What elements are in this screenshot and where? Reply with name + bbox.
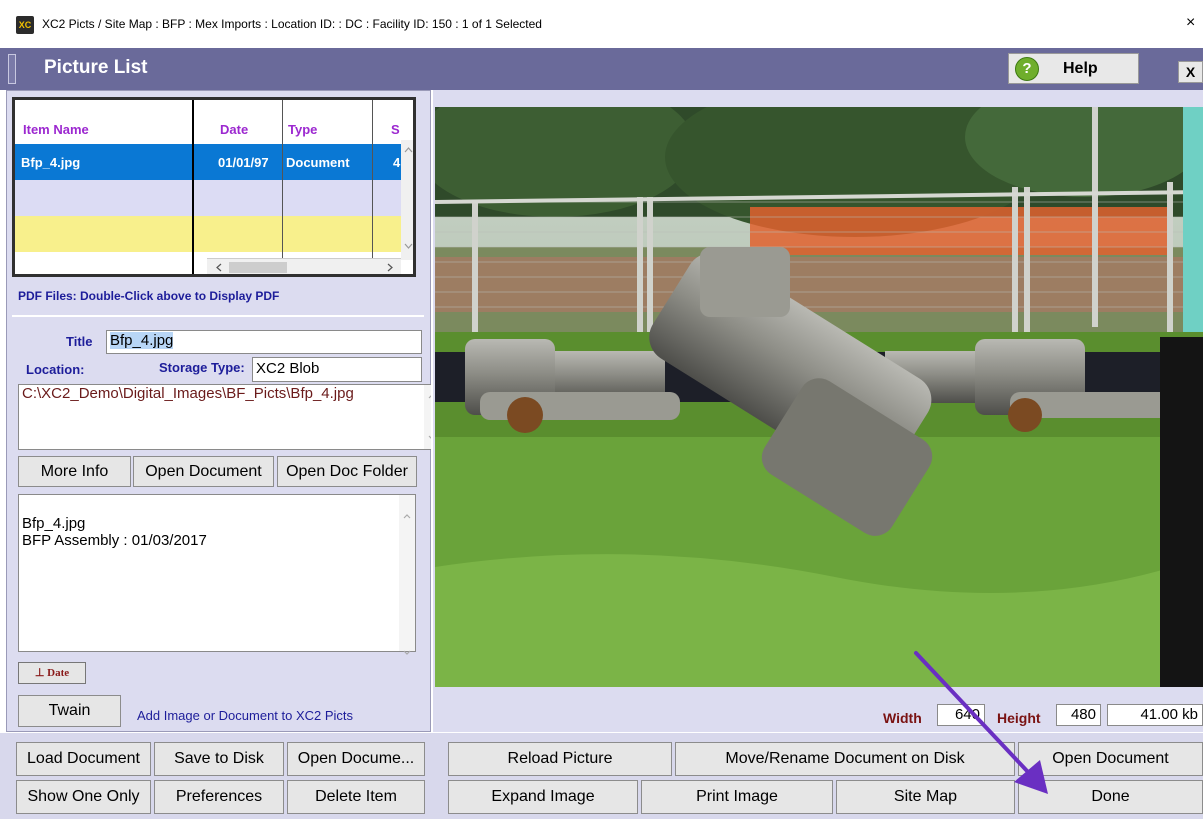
date-button-label: Date xyxy=(47,667,70,679)
picture-preview[interactable] xyxy=(435,107,1203,687)
column-divider[interactable] xyxy=(282,100,283,274)
notes-text: Bfp_4.jpg BFP Assembly : 01/03/2017 xyxy=(22,515,207,549)
image-info-bar: Width 640 Height 480 41.00 kb xyxy=(435,696,1203,730)
open-document-bottom-button[interactable]: Open Document xyxy=(1018,742,1203,776)
cell-date: 01/01/97 xyxy=(218,155,269,170)
location-label: Location: xyxy=(26,362,85,377)
date-stamp-icon: ⊥ xyxy=(34,667,45,679)
table-row-empty[interactable] xyxy=(15,180,401,216)
reload-picture-button[interactable]: Reload Picture xyxy=(448,742,672,776)
pdf-note: PDF Files: Double-Click above to Display… xyxy=(18,289,280,303)
help-label: Help xyxy=(1063,59,1098,77)
file-size-value: 41.00 kb xyxy=(1107,704,1203,726)
window-close-button[interactable]: × xyxy=(1186,14,1195,32)
height-label: Height xyxy=(997,710,1041,726)
twain-button[interactable]: Twain xyxy=(18,695,121,727)
help-icon: ? xyxy=(1015,56,1039,81)
done-button[interactable]: Done xyxy=(1018,780,1203,814)
path-value: C:\XC2_Demo\Digital_Images\BF_Picts\Bfp_… xyxy=(22,385,354,402)
column-divider[interactable] xyxy=(372,100,373,274)
drag-handle[interactable] xyxy=(8,54,16,84)
load-document-button[interactable]: Load Document xyxy=(16,742,151,776)
page-title: Picture List xyxy=(44,57,148,78)
table-horizontal-scrollbar[interactable] xyxy=(207,258,401,274)
expand-image-button[interactable]: Expand Image xyxy=(448,780,638,814)
move-rename-document-button[interactable]: Move/Rename Document on Disk xyxy=(675,742,1015,776)
table-vertical-scrollbar[interactable] xyxy=(401,140,413,260)
app-icon: XC xyxy=(16,16,34,34)
help-button[interactable]: ? Help xyxy=(1008,53,1139,84)
table-row[interactable]: Bfp_4.jpg 01/01/97 Document 4 xyxy=(15,144,401,180)
picture-table[interactable]: Item Name Date Type S Bfp_4.jpg 01/01/97… xyxy=(12,97,416,277)
column-header-date[interactable]: Date xyxy=(220,122,248,137)
path-field[interactable]: C:\XC2_Demo\Digital_Images\BF_Picts\Bfp_… xyxy=(18,384,441,450)
scroll-arrows-icon xyxy=(216,262,393,273)
scroll-arrows-icon xyxy=(404,147,413,249)
preferences-button[interactable]: Preferences xyxy=(154,780,284,814)
notes-scrollbar[interactable] xyxy=(399,495,415,655)
divider xyxy=(12,315,424,317)
title-value: Bfp_4.jpg xyxy=(110,332,174,349)
cell-type: Document xyxy=(286,155,350,170)
print-image-button[interactable]: Print Image xyxy=(641,780,833,814)
cell-item-name: Bfp_4.jpg xyxy=(21,155,81,170)
open-document-button[interactable]: Open Document xyxy=(133,456,274,487)
add-image-note: Add Image or Document to XC2 Picts xyxy=(137,708,354,723)
open-document-short-button[interactable]: Open Docume... xyxy=(287,742,425,776)
column-header-size[interactable]: S xyxy=(391,122,400,137)
cell-size: 4 xyxy=(393,155,401,170)
width-value: 640 xyxy=(937,704,985,726)
height-value: 480 xyxy=(1056,704,1101,726)
title-label: Title xyxy=(66,334,93,349)
table-row-empty[interactable] xyxy=(15,216,401,252)
title-field[interactable]: Bfp_4.jpg xyxy=(106,330,422,354)
delete-item-button[interactable]: Delete Item xyxy=(287,780,425,814)
storage-type-field[interactable]: XC2 Blob xyxy=(252,357,422,382)
show-one-only-button[interactable]: Show One Only xyxy=(16,780,151,814)
close-panel-button[interactable]: X xyxy=(1178,61,1203,83)
scroll-arrows-icon xyxy=(403,514,411,655)
save-to-disk-button[interactable]: Save to Disk xyxy=(154,742,284,776)
site-map-button[interactable]: Site Map xyxy=(836,780,1015,814)
date-stamp-button[interactable]: ⊥ Date xyxy=(18,662,86,684)
window-title: XC2 Picts / Site Map : BFP : Mex Imports… xyxy=(42,17,542,31)
width-label: Width xyxy=(883,710,922,726)
column-divider[interactable] xyxy=(192,100,194,274)
notes-field[interactable]: Bfp_4.jpg BFP Assembly : 01/03/2017 xyxy=(18,494,416,655)
more-info-button[interactable]: More Info xyxy=(18,456,131,487)
backflow-preventer-photo xyxy=(435,107,1203,687)
column-header-type[interactable]: Type xyxy=(288,122,317,137)
storage-type-label: Storage Type: xyxy=(159,360,245,375)
open-doc-folder-button[interactable]: Open Doc Folder xyxy=(277,456,417,487)
column-header-item-name[interactable]: Item Name xyxy=(23,122,89,137)
picture-list-header: Picture List ? Help X xyxy=(0,48,1203,90)
